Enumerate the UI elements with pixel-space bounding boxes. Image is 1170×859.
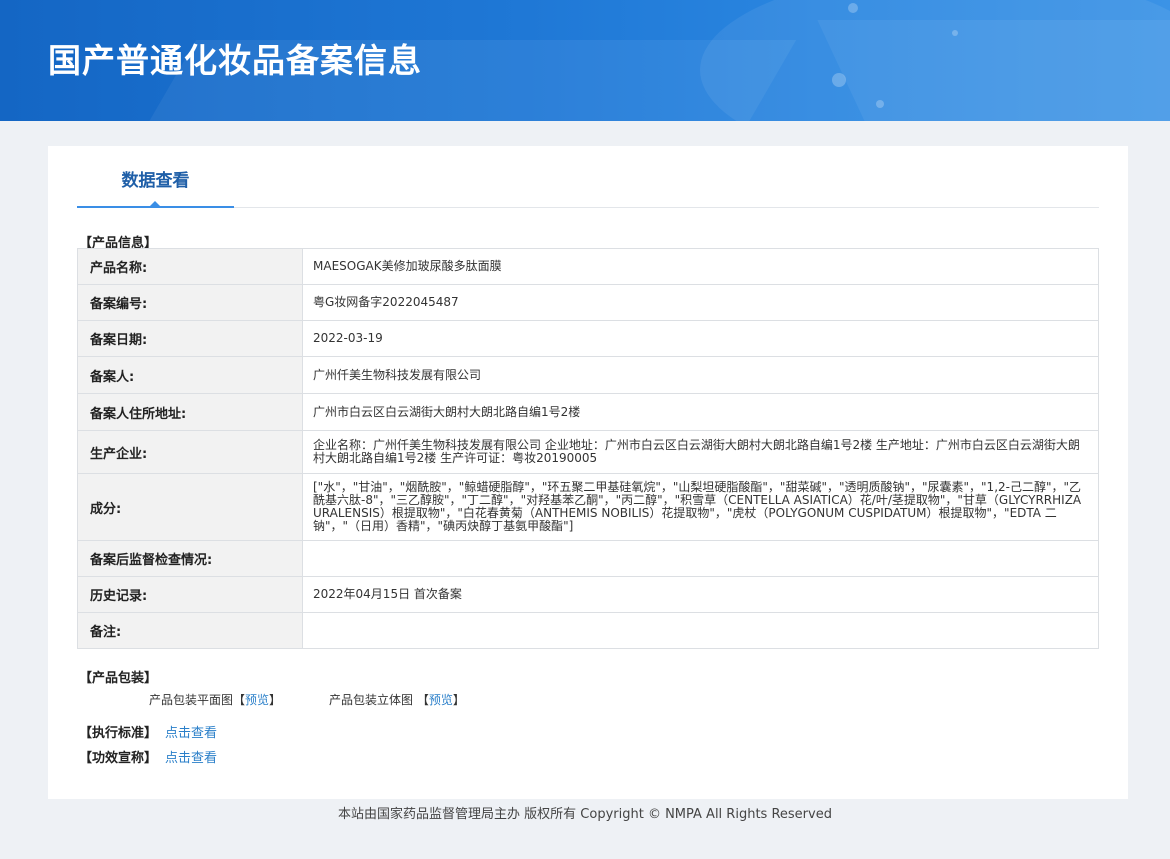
footer-copyright: 本站由国家药品监督管理局主办 版权所有 Copyright © NMPA All… xyxy=(338,807,832,822)
banner-dot xyxy=(848,3,858,13)
tab-active-indicator xyxy=(149,201,161,207)
table-row: 备案日期: 2022-03-19 xyxy=(77,320,1099,357)
efficacy-row: 【功效宣称】 点击查看 xyxy=(79,747,217,766)
table-row: 备注: xyxy=(77,612,1099,649)
page-title: 国产普通化妆品备案信息 xyxy=(48,41,422,80)
row-value: 2022年04月15日 首次备案 xyxy=(302,576,1099,613)
packaging-3d-label: 产品包装立体图 xyxy=(329,693,414,707)
preview-flat-link[interactable]: 预览 xyxy=(245,693,269,707)
efficacy-label: 【功效宣称】 xyxy=(79,751,158,766)
row-value: 2022-03-19 xyxy=(302,320,1099,357)
content-card: 数据查看 【产品信息】 产品名称: MAESOGAK美修加玻尿酸多肽面膜 备案编… xyxy=(48,146,1128,799)
table-row: 历史记录: 2022年04月15日 首次备案 xyxy=(77,576,1099,613)
tab-bar: 数据查看 xyxy=(77,146,1099,208)
table-row: 生产企业: 企业名称：广州仟美生物科技发展有限公司 企业地址：广州市白云区白云湖… xyxy=(77,430,1099,474)
row-label: 备案人: xyxy=(77,356,303,394)
standard-row: 【执行标准】 点击查看 xyxy=(79,722,217,741)
row-label: 历史记录: xyxy=(77,576,303,613)
row-value: 粤G妆网备字2022045487 xyxy=(302,284,1099,321)
bracket-open: 【 xyxy=(416,693,429,707)
tab-label: 数据查看 xyxy=(121,171,190,191)
bracket-close: 】 xyxy=(269,693,282,707)
packaging-3d: 产品包装立体图 【预览】 xyxy=(329,691,465,708)
efficacy-view-link[interactable]: 点击查看 xyxy=(165,751,217,766)
banner-dot xyxy=(952,30,958,36)
row-label: 备案人住所地址: xyxy=(77,393,303,431)
row-value: 企业名称：广州仟美生物科技发展有限公司 企业地址：广州市白云区白云湖街大朗村大朗… xyxy=(302,430,1099,474)
row-label: 生产企业: xyxy=(77,430,303,474)
bracket-open: 【 xyxy=(233,693,246,707)
table-row: 成分: ["水"，"甘油"，"烟酰胺"，"鲸蜡硬脂醇"，"环五聚二甲基硅氧烷"，… xyxy=(77,473,1099,541)
tab-data-view[interactable]: 数据查看 xyxy=(77,146,234,208)
packaging-flat-label: 产品包装平面图 xyxy=(149,693,234,707)
row-label: 成分: xyxy=(77,473,303,541)
row-label: 备注: xyxy=(77,612,303,649)
row-value: MAESOGAK美修加玻尿酸多肽面膜 xyxy=(302,248,1099,285)
row-label: 备案后监督检查情况: xyxy=(77,540,303,577)
table-row: 备案编号: 粤G妆网备字2022045487 xyxy=(77,284,1099,321)
table-row: 产品名称: MAESOGAK美修加玻尿酸多肽面膜 xyxy=(77,248,1099,285)
standard-label: 【执行标准】 xyxy=(79,726,158,741)
standard-view-link[interactable]: 点击查看 xyxy=(165,726,217,741)
table-row: 备案人住所地址: 广州市白云区白云湖街大朗村大朗北路自编1号2楼 xyxy=(77,393,1099,431)
banner-dot xyxy=(832,73,846,87)
row-label: 备案编号: xyxy=(77,284,303,321)
product-info-table: 产品名称: MAESOGAK美修加玻尿酸多肽面膜 备案编号: 粤G妆网备字202… xyxy=(77,248,1099,649)
table-row: 备案后监督检查情况: xyxy=(77,540,1099,577)
preview-3d-link[interactable]: 预览 xyxy=(429,693,453,707)
banner-decoration xyxy=(817,20,1170,121)
header-banner: 国产普通化妆品备案信息 xyxy=(0,0,1170,121)
table-row: 备案人: 广州仟美生物科技发展有限公司 xyxy=(77,356,1099,394)
banner-dot xyxy=(876,100,884,108)
row-value: ["水"，"甘油"，"烟酰胺"，"鲸蜡硬脂醇"，"环五聚二甲基硅氧烷"，"山梨坦… xyxy=(302,473,1099,541)
packaging-title: 【产品包装】 xyxy=(79,671,158,686)
packaging-flat: 产品包装平面图【预览】 xyxy=(149,691,281,708)
row-value xyxy=(302,540,1099,577)
row-value: 广州仟美生物科技发展有限公司 xyxy=(302,356,1099,394)
bracket-close: 】 xyxy=(452,693,465,707)
row-label: 产品名称: xyxy=(77,248,303,285)
row-label: 备案日期: xyxy=(77,320,303,357)
row-value: 广州市白云区白云湖街大朗村大朗北路自编1号2楼 xyxy=(302,393,1099,431)
row-value xyxy=(302,612,1099,649)
